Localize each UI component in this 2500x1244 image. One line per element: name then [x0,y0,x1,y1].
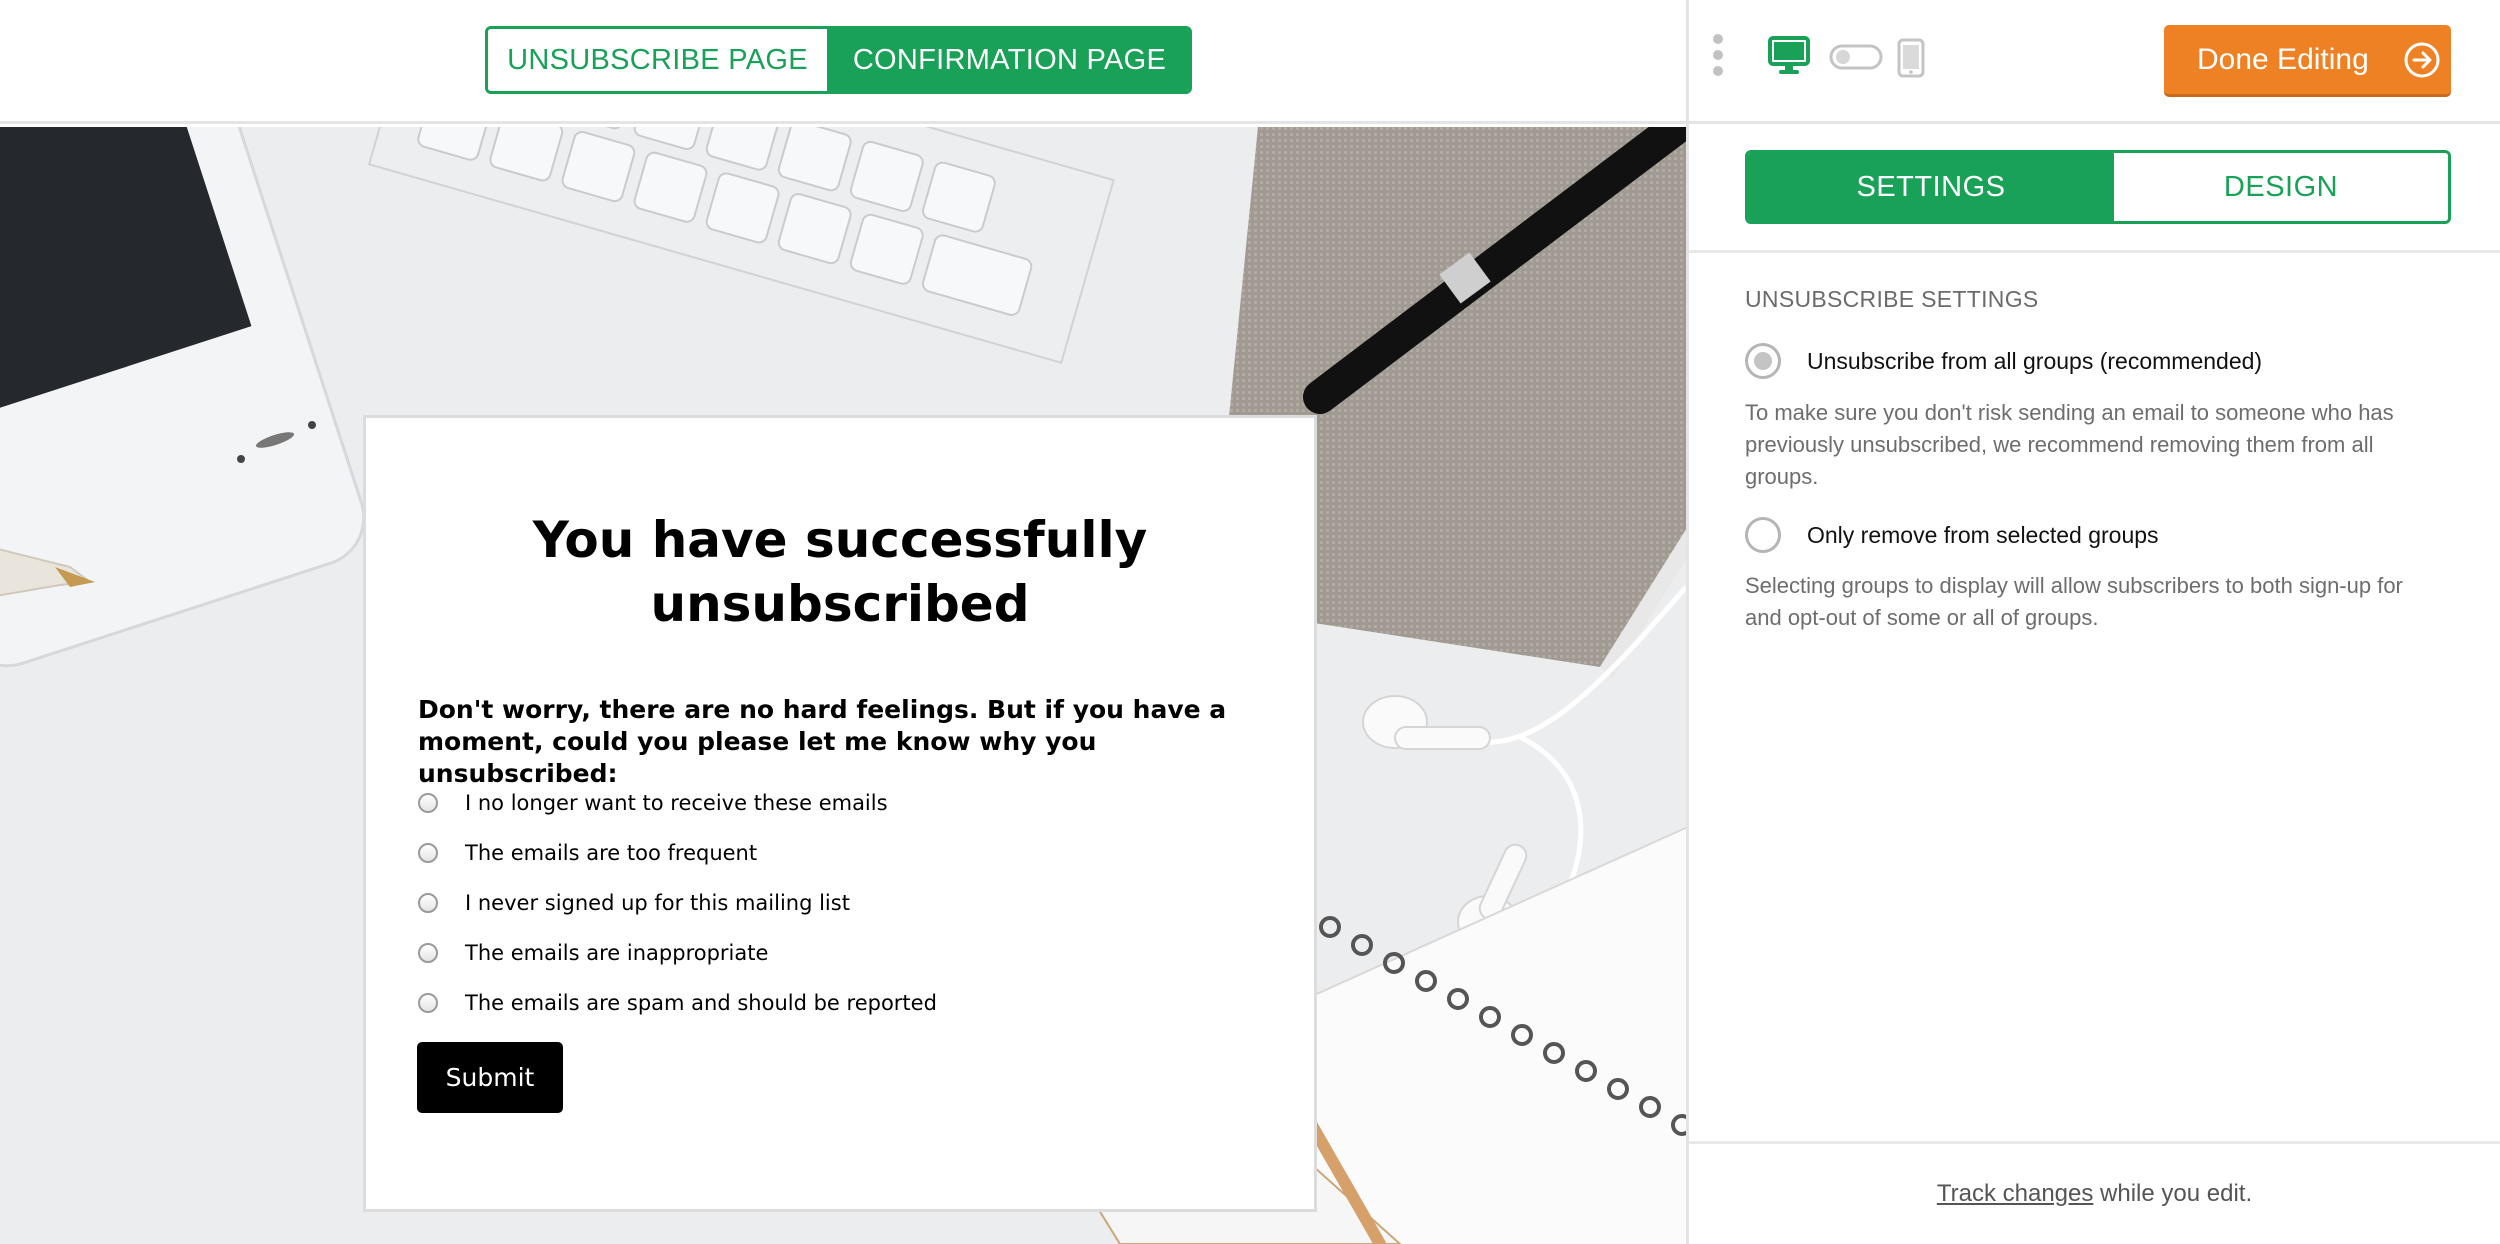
phone-image [0,127,366,668]
track-changes-link[interactable]: Track changes [1937,1180,2094,1207]
submit-button[interactable]: Submit [417,1042,563,1113]
divider [1689,250,2500,253]
reason-radio[interactable] [418,993,438,1013]
choice-all-groups[interactable]: Unsubscribe from all groups (recommended… [1745,343,2262,379]
arrow-circle-right-icon [2404,42,2440,77]
radio-selected-groups[interactable] [1745,517,1781,553]
form-title: You have successfully unsubscribed [532,511,1148,633]
page-toggle: UNSUBSCRIBE PAGE CONFIRMATION PAGE [485,26,1192,94]
reason-option[interactable]: The emails are inappropriate [418,928,937,978]
reason-option[interactable]: The emails are too frequent [418,828,937,878]
toggle-icon[interactable] [1829,44,1883,70]
reason-label: The emails are spam and should be report… [465,991,937,1015]
more-options-icon[interactable] [1711,34,1725,78]
tab-confirmation-page[interactable]: CONFIRMATION PAGE [830,29,1189,91]
choice-label: Unsubscribe from all groups (recommended… [1807,347,2263,374]
choice-help-text: To make sure you don't risk sending an e… [1745,400,2394,489]
tab-unsubscribe-page[interactable]: UNSUBSCRIBE PAGE [488,29,830,91]
done-editing-label: Done Editing [2197,42,2369,76]
reason-option[interactable]: I never signed up for this mailing list [418,878,937,928]
reason-label: The emails are inappropriate [465,941,769,965]
done-editing-button[interactable]: Done Editing [2164,25,2451,97]
choice-selected-groups[interactable]: Only remove from selected groups [1745,517,2159,553]
footer-note-text: while you edit. [2093,1180,2253,1207]
settings-design-toggle: SETTINGS DESIGN [1745,150,2451,224]
preview-area: UNSUBSCRIBE PAGE CONFIRMATION PAGE You h… [0,0,1686,1244]
tab-settings[interactable]: SETTINGS [1748,153,2114,221]
keyboard-image [367,127,1115,364]
panel-header: Done Editing [1689,0,2500,124]
form-question: Don't worry, there are no hard feelings.… [418,695,1227,788]
tab-design[interactable]: DESIGN [2114,153,2448,221]
reason-options: I no longer want to receive these emails… [418,778,937,1028]
reason-label: I never signed up for this mailing list [465,891,850,915]
reason-radio[interactable] [418,943,438,963]
reason-radio[interactable] [418,893,438,913]
footer-note: Track changes while you edit. [1689,1180,2500,1208]
reason-label: I no longer want to receive these emails [465,791,888,815]
choice-label: Only remove from selected groups [1807,521,2159,548]
reason-option[interactable]: I no longer want to receive these emails [418,778,937,828]
desktop-icon[interactable] [1768,36,1810,76]
confirmation-form-card: You have successfully unsubscribed Don't… [363,415,1317,1212]
page-switcher-bar: UNSUBSCRIBE PAGE CONFIRMATION PAGE [0,0,1686,124]
mobile-icon[interactable] [1897,38,1925,78]
settings-panel: Done Editing SETTINGS DESIGN UNSUBSCRIBE… [1686,0,2500,1244]
choice-help-text: Selecting groups to display will allow s… [1745,573,2403,630]
reason-radio[interactable] [418,843,438,863]
reason-radio[interactable] [418,793,438,813]
page-canvas: You have successfully unsubscribed Don't… [0,127,1686,1244]
section-title: UNSUBSCRIBE SETTINGS [1745,286,2039,312]
reason-label: The emails are too frequent [465,841,758,865]
reason-option[interactable]: The emails are spam and should be report… [418,978,937,1028]
radio-all-groups[interactable] [1745,343,1781,379]
divider [1689,1141,2500,1144]
